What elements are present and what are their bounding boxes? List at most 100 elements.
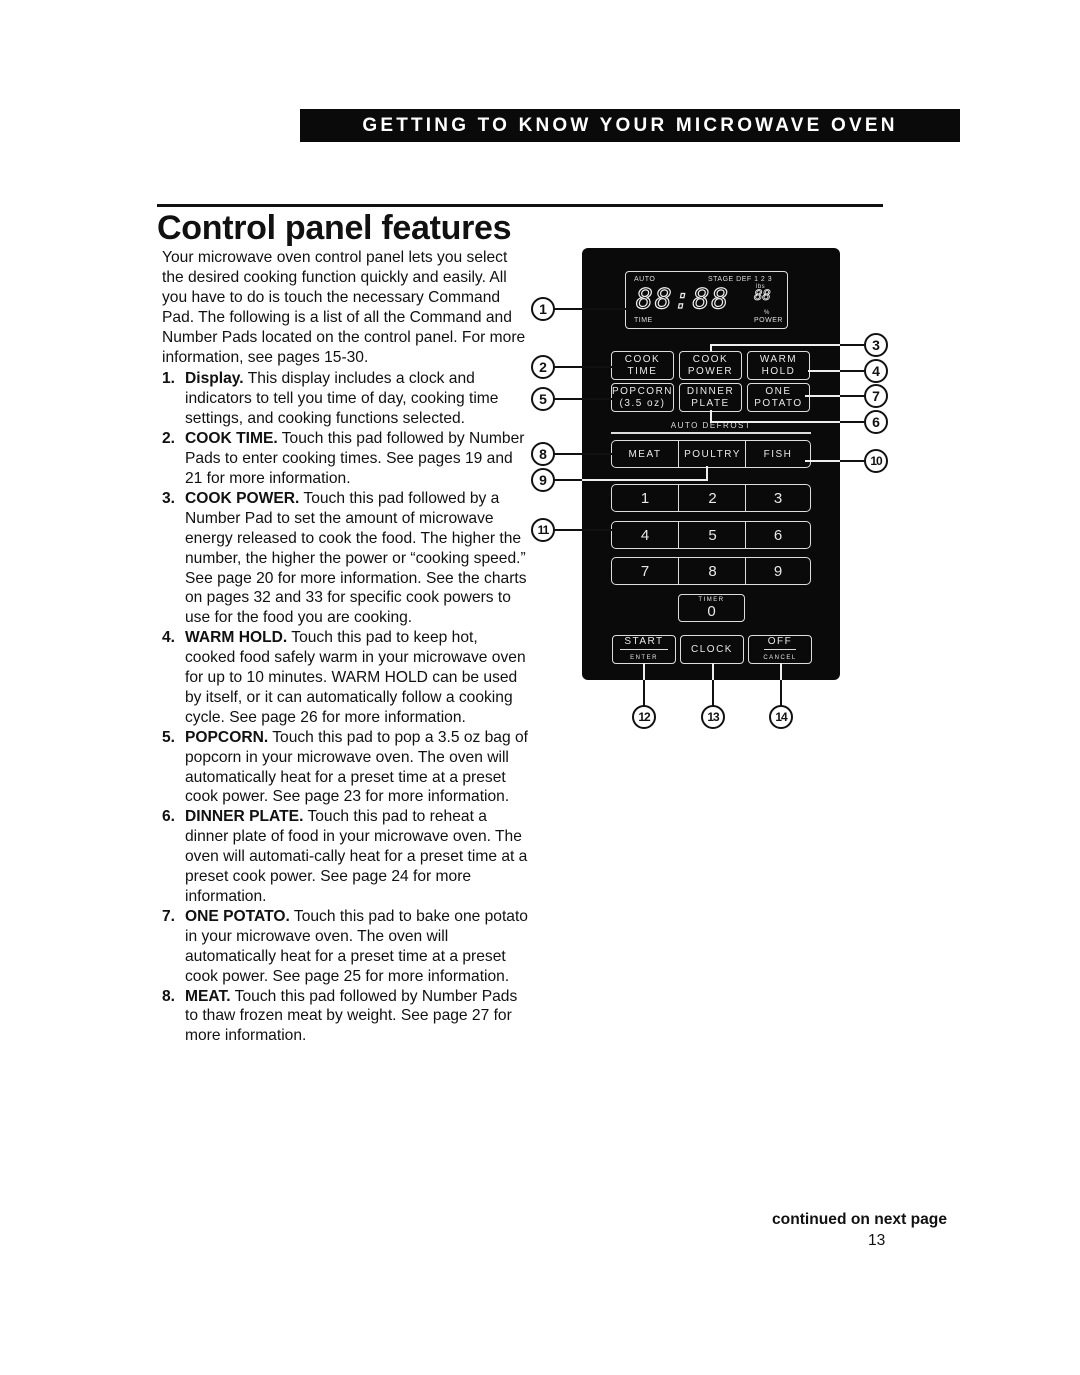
defrost-pad-row: MEAT POULTRY FISH: [611, 440, 811, 468]
feature-item-term: MEAT.: [185, 987, 231, 1005]
leader-line-3-outer: [840, 344, 866, 346]
body-text: Your microwave oven control panel lets y…: [162, 248, 532, 1046]
feature-item: 5. POPCORN. Touch this pad to pop a 3.5 o…: [162, 728, 532, 808]
meat-pad[interactable]: MEAT: [612, 441, 678, 467]
dinner-plate-pad-line2: PLATE: [691, 397, 730, 409]
poultry-pad[interactable]: POULTRY: [678, 441, 746, 467]
popcorn-pad-line2: (3.5 oz): [619, 397, 666, 409]
feature-item: 4. WARM HOLD. Touch this pad to keep hot,…: [162, 628, 532, 728]
leader-line-6: [710, 421, 840, 423]
cook-time-pad-line2: TIME: [627, 365, 658, 377]
dinner-plate-pad-line1: DINNER: [686, 385, 735, 397]
leader-line-8: [554, 453, 612, 455]
number-pad-6[interactable]: 6: [745, 522, 810, 548]
feature-item: 7. ONE POTATO. Touch this pad to bake one…: [162, 907, 532, 987]
cook-power-pad-line1: COOK: [692, 353, 729, 365]
leader-line-7: [805, 395, 840, 397]
off-cancel-pad[interactable]: OFF CANCEL: [748, 635, 812, 664]
feature-item-description: Touch this pad followed by Number Pads t…: [185, 987, 518, 1045]
number-pad-row-2: 4 5 6: [611, 521, 811, 549]
number-pad-4[interactable]: 4: [612, 522, 678, 548]
number-pad-9[interactable]: 9: [745, 558, 810, 584]
feature-item-number: 8.: [162, 987, 176, 1005]
leader-line-7-outer: [840, 395, 866, 397]
callout-2: 2: [531, 355, 555, 379]
one-potato-pad-line1: ONE: [765, 385, 792, 397]
panel-display: AUTO STAGE DEF 1 2 3 88:88 lbs 88 % TIME…: [625, 271, 788, 329]
feature-item-number: 7.: [162, 907, 176, 925]
cook-power-pad[interactable]: COOK POWER: [679, 351, 742, 380]
callout-10: 10: [864, 449, 888, 473]
display-time-label: TIME: [634, 317, 653, 324]
cook-time-pad[interactable]: COOK TIME: [611, 351, 674, 380]
callout-9: 9: [531, 468, 555, 492]
popcorn-pad[interactable]: POPCORN (3.5 oz): [611, 383, 674, 412]
leader-line-9-stem: [706, 466, 708, 480]
callout-12: 12: [632, 705, 656, 729]
leader-line-3: [710, 344, 840, 346]
leader-line-4: [808, 370, 840, 372]
leader-line-1: [554, 308, 626, 310]
warm-hold-pad-line1: WARM: [759, 353, 798, 365]
callout-13: 13: [701, 705, 725, 729]
display-percent-label: %: [764, 310, 770, 316]
number-pad-row-3: 7 8 9: [611, 557, 811, 585]
leader-line-10-outer: [840, 460, 866, 462]
number-pad-0[interactable]: TIMER 0: [678, 594, 745, 622]
callout-11: 11: [531, 518, 555, 542]
start-enter-pad[interactable]: START ENTER: [612, 635, 676, 664]
feature-item-term: DINNER PLATE.: [185, 808, 304, 826]
number-pad-8[interactable]: 8: [678, 558, 746, 584]
clock-pad[interactable]: CLOCK: [680, 635, 744, 664]
one-potato-pad[interactable]: ONE POTATO: [747, 383, 810, 412]
warm-hold-pad[interactable]: WARM HOLD: [747, 351, 810, 380]
leader-line-13: [712, 680, 714, 706]
feature-item-term: POPCORN.: [185, 728, 269, 746]
number-pad-3[interactable]: 3: [745, 485, 810, 511]
leader-line-5: [554, 398, 612, 400]
leader-line-9-outer: [554, 479, 582, 481]
leader-line-14-stem: [780, 663, 782, 680]
leader-line-6-outer: [840, 421, 866, 423]
callout-7: 7: [864, 384, 888, 408]
popcorn-pad-line1: POPCORN: [611, 385, 674, 397]
display-power-label: POWER: [754, 317, 783, 324]
feature-item-term: Display.: [185, 370, 244, 388]
cook-time-pad-line1: COOK: [624, 353, 661, 365]
feature-item-term: COOK TIME.: [185, 430, 278, 448]
leader-line-4-outer: [840, 370, 866, 372]
feature-item-description: Touch this pad followed by a Number Pad …: [185, 489, 527, 627]
feature-item-number: 1.: [162, 370, 176, 388]
auto-defrost-divider: [611, 432, 811, 434]
feature-item-number: 4.: [162, 629, 176, 647]
number-pad-2[interactable]: 2: [678, 485, 746, 511]
callout-4: 4: [864, 359, 888, 383]
one-potato-pad-line2: POTATO: [754, 397, 803, 409]
cook-power-pad-line2: POWER: [687, 365, 734, 377]
zero-pad-label: 0: [707, 603, 716, 620]
feature-item-term: COOK POWER.: [185, 489, 300, 507]
number-pad-7[interactable]: 7: [612, 558, 678, 584]
display-digits: 88:88: [635, 281, 731, 315]
feature-item-number: 5.: [162, 728, 176, 746]
leader-line-10: [805, 460, 840, 462]
feature-item-number: 3.: [162, 489, 176, 507]
leader-line-11: [554, 529, 612, 531]
feature-item: 2. COOK TIME. Touch this pad followed by …: [162, 429, 532, 489]
dinner-plate-pad[interactable]: DINNER PLATE: [679, 383, 742, 412]
section-banner: GETTING TO KNOW YOUR MICROWAVE OVEN: [300, 109, 960, 142]
intro-paragraph: Your microwave oven control panel lets y…: [162, 249, 526, 366]
callout-5: 5: [531, 387, 555, 411]
feature-item: 3. COOK POWER. Touch this pad followed by…: [162, 489, 532, 628]
feature-item: 1. Display. This display includes a clock…: [162, 369, 532, 429]
fish-pad[interactable]: FISH: [745, 441, 810, 467]
off-label: OFF: [763, 636, 797, 650]
number-pad-5[interactable]: 5: [678, 522, 746, 548]
callout-6: 6: [864, 410, 888, 434]
leader-line-9: [582, 479, 708, 481]
feature-item-term: ONE POTATO.: [185, 907, 290, 925]
number-pad-row-1: 1 2 3: [611, 484, 811, 512]
start-label: START: [620, 636, 668, 650]
feature-list: 1. Display. This display includes a clock…: [162, 369, 532, 1046]
number-pad-1[interactable]: 1: [612, 485, 678, 511]
